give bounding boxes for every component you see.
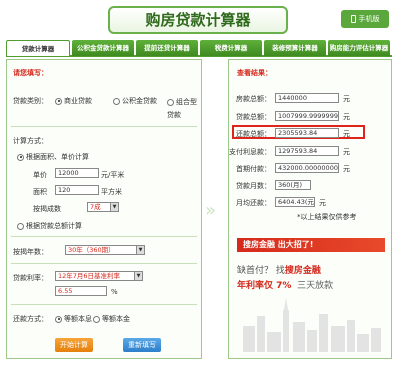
result-label-house-total: 房款总额：: [236, 95, 271, 103]
unit-price-label: 单价: [33, 171, 47, 179]
tab-renovation-calculator[interactable]: 装修预算计算器: [264, 40, 326, 56]
tab-provident-fund-calculator[interactable]: 公积金贷款计算器: [72, 40, 134, 56]
result-down-payment: 432000.000000000: [275, 163, 339, 173]
rate-select[interactable]: 12年7月6日基准利率 ▼: [55, 271, 143, 281]
result-panel: 查看结果： 房款总额： 1440000 元 贷款总额： 1007999.9999…: [228, 59, 392, 359]
divider: [11, 304, 197, 305]
area-unit: 平方米: [101, 188, 122, 196]
result-label-interest: 支付利息款：: [229, 148, 271, 156]
radio-icon: [167, 98, 174, 106]
result-unit: 元: [343, 95, 350, 103]
method-by-total[interactable]: 根据贷款总额计算: [17, 221, 82, 231]
result-label-down-payment: 首期付款：: [236, 165, 271, 173]
repay-equal-installment[interactable]: 等额本息: [55, 314, 92, 324]
down-ratio-label: 按揭成数: [33, 205, 61, 213]
input-section-title: 请您填写：: [13, 69, 48, 77]
method-by-price[interactable]: 根据面积、单价计算: [17, 152, 89, 162]
rate-label: 贷款利率：: [13, 274, 48, 282]
rate-input[interactable]: 6.55: [55, 286, 107, 296]
calculate-button[interactable]: 开始计算: [55, 338, 93, 352]
mobile-version-button[interactable]: 手机版: [341, 10, 389, 28]
divider: [11, 236, 197, 237]
result-interest: 1297593.84: [275, 146, 339, 156]
result-unit: 元: [343, 113, 350, 121]
repay-method-label: 还款方式：: [13, 315, 48, 323]
promo-banner[interactable]: 搜房金融 出大招了!: [237, 238, 385, 252]
unit-price-unit: 元/平米: [101, 171, 125, 179]
result-repay-total: 2305593.84: [275, 128, 339, 138]
radio-icon: [55, 97, 62, 105]
tab-affordability-calculator[interactable]: 购房能力评估计算器: [328, 40, 390, 56]
result-unit: 元: [319, 199, 326, 207]
loan-type-commercial[interactable]: 商业贷款: [55, 96, 92, 106]
divider: [11, 126, 197, 127]
divider: [11, 263, 197, 264]
result-house-total: 1440000: [275, 93, 339, 103]
result-label-months: 贷款月数：: [236, 182, 271, 190]
chevron-down-icon: ▼: [134, 272, 142, 280]
years-select[interactable]: 30年（360期） ▼: [65, 245, 145, 255]
result-section-title: 查看结果：: [237, 69, 272, 77]
loan-type-label: 贷款类别：: [13, 97, 48, 105]
promo-line-2: 年利率仅 7% 三天放款: [237, 281, 334, 291]
city-skyline-image: [243, 298, 381, 352]
result-label-repay-total: 还款总额：: [236, 130, 271, 138]
result-unit: 元: [343, 165, 350, 173]
result-unit: 元: [343, 148, 350, 156]
phone-icon: [350, 15, 356, 23]
radio-icon: [17, 153, 24, 161]
tab-prepayment-calculator[interactable]: 提前还贷计算器: [136, 40, 198, 56]
years-label: 按揭年数：: [13, 248, 48, 256]
loan-type-provident[interactable]: 公积金贷款: [113, 96, 157, 106]
down-ratio-select[interactable]: 7成 ▼: [87, 202, 119, 212]
result-label-monthly: 月均还款：: [236, 199, 271, 207]
result-monthly: 6404.43(元): [275, 197, 315, 207]
radio-icon: [55, 315, 62, 323]
promo-line-1: 缺首付？ 找搜房金融: [237, 266, 321, 276]
tab-loan-calculator[interactable]: 贷款计算器: [6, 40, 70, 56]
area-label: 面积: [33, 188, 47, 196]
chevron-right-icon: »: [205, 200, 217, 221]
calculator-tabs: 贷款计算器 公积金贷款计算器 提前还贷计算器 税费计算器 装修预算计算器 购房能…: [6, 40, 392, 57]
repay-equal-principal[interactable]: 等额本金: [93, 314, 130, 324]
chevron-down-icon: ▼: [136, 246, 144, 254]
result-loan-total: 1007999.99999995: [275, 111, 339, 121]
radio-icon: [113, 97, 120, 105]
unit-price-input[interactable]: 12000: [55, 168, 99, 178]
mobile-version-label: 手机版: [358, 15, 380, 23]
calc-method-label: 计算方式：: [13, 137, 48, 145]
tab-tax-calculator[interactable]: 税费计算器: [200, 40, 262, 56]
input-panel: 请您填写： 贷款类别： 商业贷款 公积金贷款 组合型贷款 计算方式： 根据面积、…: [6, 59, 202, 359]
result-unit: 元: [343, 130, 350, 138]
radio-icon: [93, 315, 100, 323]
area-input[interactable]: 120: [55, 185, 99, 195]
result-label-loan-total: 贷款总额：: [236, 113, 271, 121]
result-note: *以上结果仅供参考: [297, 213, 357, 221]
result-months: 360(月): [275, 180, 311, 190]
chevron-down-icon: ▼: [110, 203, 118, 211]
rate-unit: %: [111, 288, 118, 296]
reset-button[interactable]: 重新填写: [123, 338, 161, 352]
page-title: 购房贷款计算器: [108, 6, 288, 34]
loan-type-combined[interactable]: 组合型贷款: [167, 96, 201, 122]
radio-icon: [17, 222, 24, 230]
